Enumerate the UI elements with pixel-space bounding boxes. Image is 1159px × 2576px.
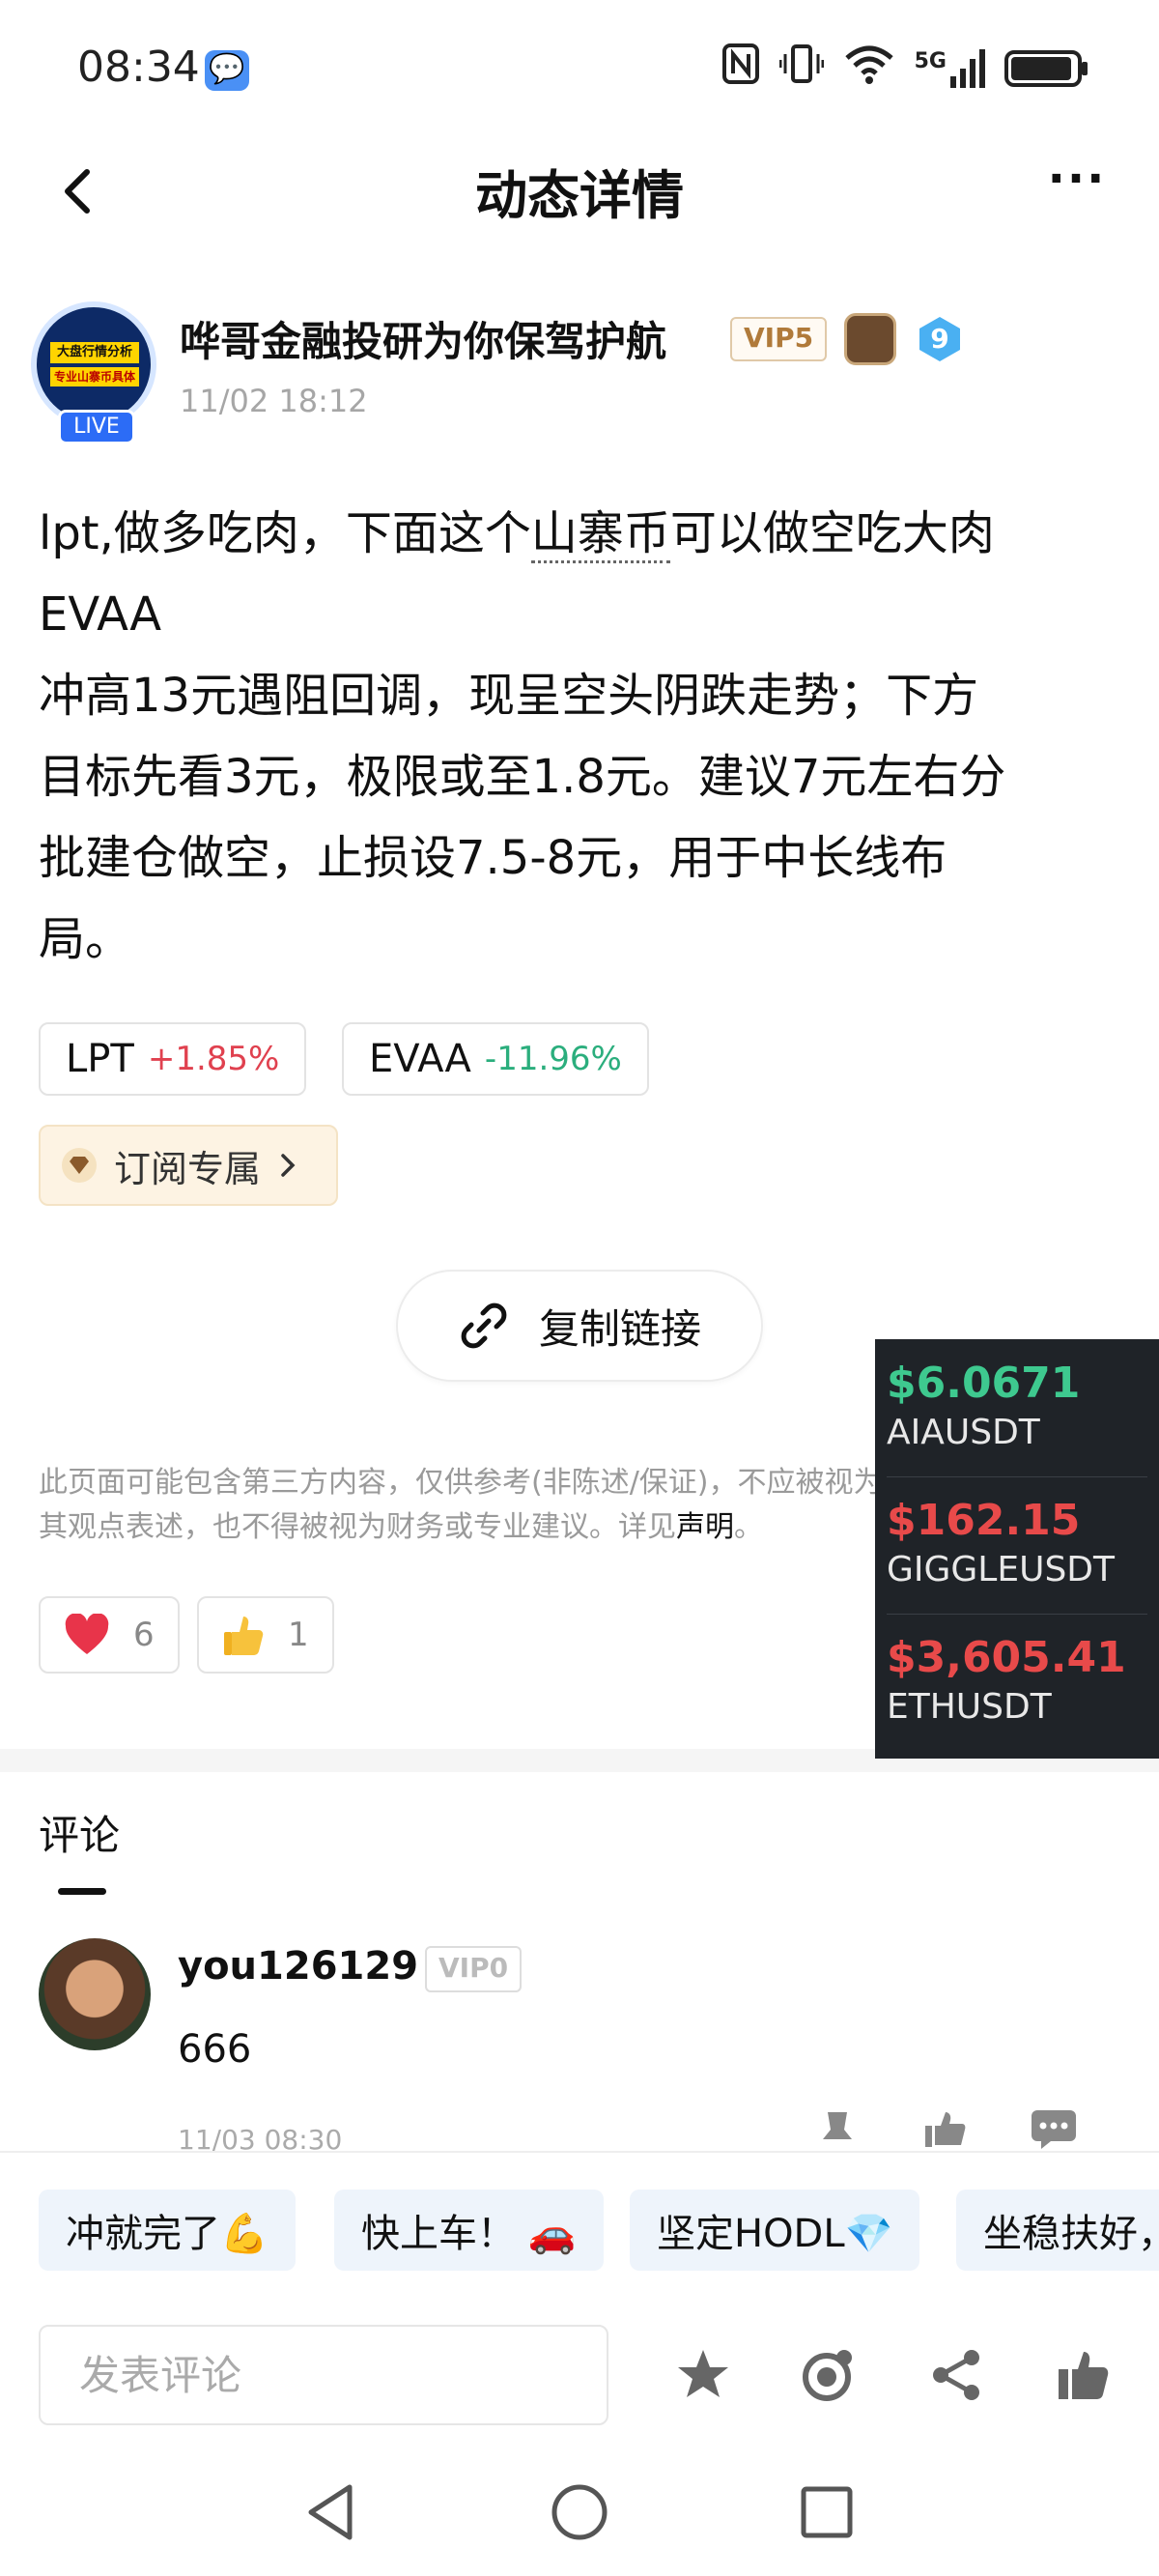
thumbs-up-icon xyxy=(1059,2352,1109,2399)
comments-tab[interactable]: 评论 xyxy=(39,1803,120,1862)
rank-badge-icon xyxy=(844,313,896,365)
comment-pin-button[interactable] xyxy=(813,2108,862,2151)
quick-reply-chip[interactable]: 冲就完了💪 xyxy=(39,2190,296,2271)
comment-like-button[interactable] xyxy=(921,2108,970,2151)
token-change: +1.85% xyxy=(147,1040,280,1078)
altcoin-link[interactable]: 山寨币 xyxy=(530,506,670,563)
nav-home-button[interactable] xyxy=(549,2481,610,2543)
quick-reply-chip[interactable]: 快上车！ 🚗 xyxy=(334,2190,604,2271)
status-time: 08:34 xyxy=(77,43,200,92)
live-badge: LIVE xyxy=(58,410,135,444)
commenter-avatar[interactable] xyxy=(39,1938,151,2050)
floating-price-ticker[interactable]: $6.0671 AIAUSDT $162.15 GIGGLEUSDT $3,60… xyxy=(875,1339,1159,1759)
like-post-button[interactable] xyxy=(1055,2346,1113,2404)
diamond-icon xyxy=(62,1148,97,1183)
thumbs-up-emoji-icon xyxy=(224,1617,264,1655)
link-icon xyxy=(461,1302,507,1349)
favorite-button[interactable] xyxy=(674,2346,732,2404)
token-change: -11.96% xyxy=(484,1040,622,1078)
post-time: 11/02 18:12 xyxy=(180,383,368,419)
ticker-symbol-ethusdt: ETHUSDT xyxy=(887,1687,1052,1727)
ticker-symbol-giggleusdt: GIGGLEUSDT xyxy=(887,1550,1116,1589)
copy-link-button[interactable]: 复制链接 xyxy=(396,1270,763,1382)
page-title: 动态详情 xyxy=(475,165,684,226)
author-name[interactable]: 哗哥金融投研为你保驾护航 xyxy=(180,309,666,368)
ticker-price-giggleusdt: $162.15 xyxy=(887,1496,1081,1545)
share-icon xyxy=(933,2350,979,2400)
vibrate-icon xyxy=(778,43,825,94)
signal-icon: 5G xyxy=(915,48,985,88)
tip-button[interactable] xyxy=(800,2346,858,2404)
post-content: lpt,做多吃肉，下面这个山寨币可以做空吃大肉 EVAA 冲高13元遇阻回调，现… xyxy=(39,493,1120,980)
heart-reaction-button[interactable]: 6 xyxy=(39,1596,180,1674)
post-line: 冲高13元遇阻回调，现呈空头阴跌走势；下方 xyxy=(39,669,979,723)
status-icons: 5G xyxy=(721,43,1088,94)
author-avatar[interactable]: 大盘行情分析 专业山寨币具体 xyxy=(31,301,156,427)
speech-bubble-icon xyxy=(1032,2110,1076,2149)
commenter-username[interactable]: you126129 xyxy=(178,1944,418,1989)
level-badge: 9 xyxy=(916,315,964,363)
quick-reply-chip[interactable]: 坚定HODL💎 xyxy=(630,2190,920,2271)
disclaimer-line-2: 其观点表述，也不得被视为财务或专业建议。详见 xyxy=(39,1510,676,1544)
ticker-symbol-aiausdt: AIAUSDT xyxy=(887,1413,1040,1452)
token-symbol: LPT xyxy=(66,1037,134,1081)
heart-count: 6 xyxy=(133,1616,155,1654)
circle-home-icon xyxy=(551,2484,608,2540)
thumbs-reaction-button[interactable]: 1 xyxy=(197,1596,334,1674)
post-line: 目标先看3元，极限或至1.8元。建议7元左右分 xyxy=(39,750,1006,804)
star-icon xyxy=(678,2350,728,2397)
ticker-price-aiausdt: $6.0671 xyxy=(887,1359,1081,1408)
post-line: 局。 xyxy=(39,912,132,966)
square-recents-icon xyxy=(801,2486,853,2538)
post-line: 批建仓做空，止损设7.5-8元，用于中长线布 xyxy=(39,831,947,885)
wifi-icon xyxy=(843,43,895,94)
commenter-vip-badge: VIP0 xyxy=(425,1946,523,1992)
avatar-caption-1: 大盘行情分析 xyxy=(50,342,139,363)
comment-input[interactable] xyxy=(41,2327,607,2423)
quick-reply-chip[interactable]: 坐稳扶好， xyxy=(956,2190,1159,2271)
avatar-caption-2: 专业山寨币具体 xyxy=(50,367,139,386)
triangle-back-icon xyxy=(308,2484,353,2540)
more-options-button[interactable]: ··· xyxy=(1043,156,1111,213)
subscribe-button[interactable]: 订阅专属 xyxy=(39,1125,338,1206)
chat-bubble-icon: 💬 xyxy=(205,50,249,91)
comment-reply-button[interactable] xyxy=(1030,2108,1078,2151)
comment-text: 666 xyxy=(178,2027,252,2072)
token-chip-lpt[interactable]: LPT +1.85% xyxy=(39,1022,307,1096)
statement-link[interactable]: 声明 xyxy=(676,1510,734,1544)
heart-icon xyxy=(65,1614,109,1654)
vip-badge: VIP5 xyxy=(730,317,828,361)
battery-charging-icon xyxy=(1004,49,1088,87)
subscribe-label: 订阅专属 xyxy=(114,1147,262,1190)
nfc-icon xyxy=(721,43,760,94)
post-line: EVAA xyxy=(39,587,162,642)
post-line: lpt,做多吃肉，下面这个山寨币可以做空吃大肉 xyxy=(39,493,1120,574)
token-symbol: EVAA xyxy=(369,1037,471,1081)
ticker-separator xyxy=(887,1614,1147,1615)
token-chip-evaa[interactable]: EVAA -11.96% xyxy=(342,1022,649,1096)
coin-icon xyxy=(803,2350,852,2401)
nav-back-button[interactable] xyxy=(301,2481,363,2543)
comments-tab-indicator xyxy=(58,1888,106,1895)
thumbs-up-icon xyxy=(925,2112,966,2147)
pin-icon xyxy=(823,2112,852,2139)
thumbs-count: 1 xyxy=(288,1616,309,1654)
share-button[interactable] xyxy=(927,2346,985,2404)
ticker-price-ethusdt: $3,605.41 xyxy=(887,1633,1126,1682)
level-number: 9 xyxy=(930,323,949,355)
chevron-right-icon xyxy=(281,1154,296,1177)
ticker-separator xyxy=(887,1476,1147,1477)
comment-input-box[interactable] xyxy=(39,2325,608,2425)
copy-link-label: 复制链接 xyxy=(538,1304,701,1353)
nav-recents-button[interactable] xyxy=(796,2481,858,2543)
